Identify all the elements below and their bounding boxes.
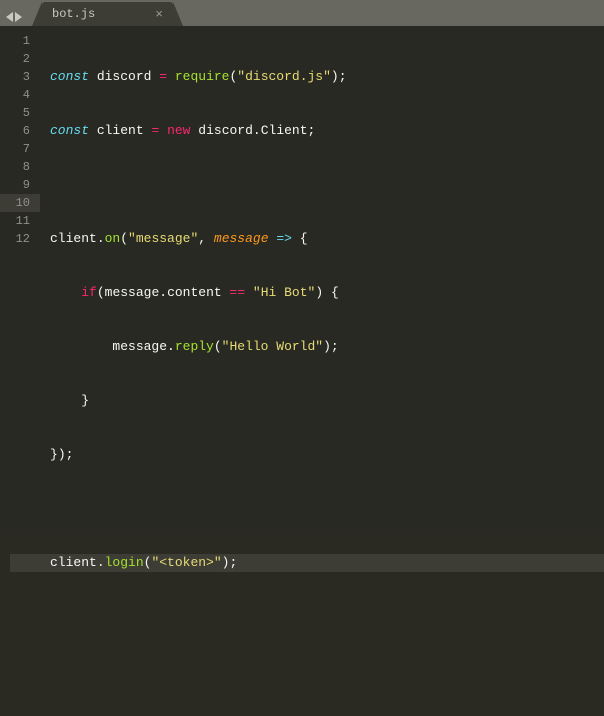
line-number: 8	[0, 158, 30, 176]
nav-arrows	[0, 12, 28, 26]
code-line: const discord = require("discord.js");	[50, 68, 604, 86]
line-number: 1	[0, 32, 30, 50]
code-line	[50, 500, 604, 518]
line-number: 10	[0, 194, 40, 212]
code-line: client.on("message", message => {	[50, 230, 604, 248]
line-number: 3	[0, 68, 30, 86]
code-line: message.reply("Hello World");	[50, 338, 604, 356]
code-line: });	[50, 446, 604, 464]
gutter: 123456789101112	[0, 26, 40, 529]
code-line: if(message.content == "Hi Bot") {	[50, 284, 604, 302]
code-line	[50, 176, 604, 194]
back-icon[interactable]	[6, 12, 13, 22]
editor[interactable]: 123456789101112 const discord = require(…	[0, 26, 604, 529]
code-line: client.login("<token>");	[50, 554, 604, 572]
titlebar: bot.js ×	[0, 0, 604, 26]
tab-title: bot.js	[52, 7, 95, 21]
tab-botjs[interactable]: bot.js ×	[42, 2, 173, 26]
code-line: }	[50, 392, 604, 410]
forward-icon[interactable]	[15, 12, 22, 22]
code-area[interactable]: const discord = require("discord.js"); c…	[40, 26, 604, 529]
line-number: 12	[0, 230, 30, 248]
line-number: 7	[0, 140, 30, 158]
code-line: const client = new discord.Client;	[50, 122, 604, 140]
line-number: 9	[0, 176, 30, 194]
code-line	[50, 662, 604, 680]
line-number: 2	[0, 50, 30, 68]
line-number: 11	[0, 212, 30, 230]
line-number: 6	[0, 122, 30, 140]
close-icon[interactable]: ×	[155, 8, 163, 21]
line-number: 4	[0, 86, 30, 104]
code-line	[50, 608, 604, 626]
line-number: 5	[0, 104, 30, 122]
